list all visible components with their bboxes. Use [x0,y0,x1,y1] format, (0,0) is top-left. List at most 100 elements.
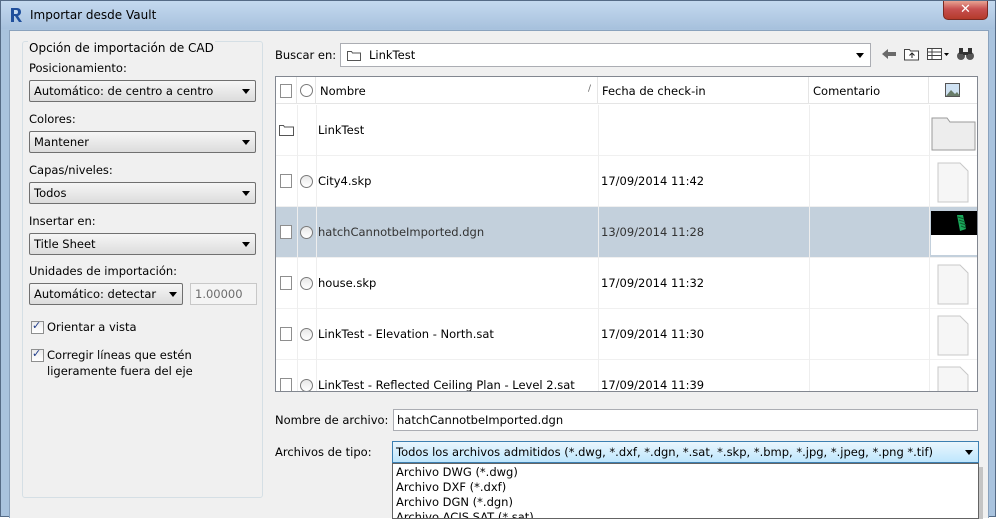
units-value: Automático: detectar [34,287,157,301]
close-button[interactable]: ✕ [943,1,988,20]
folder-icon [279,125,294,136]
status-radio-icon [300,328,313,341]
sort-icon: / [587,84,591,94]
document-thumbnail-icon [937,264,969,305]
up-folder-icon[interactable] [903,46,921,62]
file-type-option[interactable]: Archivo DGN (*.dgn) [393,494,978,509]
image-icon [945,83,960,97]
chevron-down-icon [242,191,250,196]
file-icon [280,378,292,391]
list-row[interactable]: LinkTest - Elevation - North.sat 17/09/2… [276,309,977,360]
insert-in-select[interactable]: Title Sheet [29,233,256,255]
units-select[interactable]: Automático: detectar [29,283,183,305]
dialog-body: Opción de importación de CAD Posicionami… [9,30,989,519]
file-date: 17/09/2014 11:42 [601,174,705,188]
units-label: Unidades de importación: [29,264,178,278]
status-radio-icon [300,226,313,239]
title-bar: Importar desde Vault ✕ [1,1,995,29]
list-row[interactable]: house.skp 17/09/2014 11:32 [276,258,977,309]
dropdown-shadow [979,467,983,519]
chevron-down-icon [965,450,973,455]
look-in-select[interactable]: LinkTest [340,43,871,67]
insert-in-value: Title Sheet [34,237,96,251]
file-name: LinkTest - Elevation - North.sat [318,327,494,341]
file-date: 17/09/2014 11:30 [601,327,705,341]
positioning-label: Posicionamiento: [29,61,127,75]
column-divider [809,105,810,391]
file-type-option[interactable]: Archivo DWG (*.dwg) [393,464,978,479]
look-in-label: Buscar en: [275,48,337,62]
chevron-down-icon [242,140,250,145]
colors-value: Mantener [34,135,89,149]
comment-column-header[interactable]: Comentario [809,77,929,104]
radio-icon [300,84,313,97]
document-thumbnail-icon [937,366,969,391]
list-row-folder[interactable]: LinkTest [276,105,977,156]
check-icon: ✓ [32,347,42,360]
correct-lines-checkbox[interactable]: ✓ [31,347,44,362]
column-divider [297,105,298,391]
folder-thumbnail-icon [931,117,976,151]
import-dialog: Importar desde Vault ✕ Opción de importa… [0,0,996,519]
status-radio-icon [300,277,313,290]
list-row[interactable]: City4.skp 17/09/2014 11:42 [276,156,977,207]
chevron-down-icon [169,292,177,297]
file-icon [280,84,292,98]
column-divider [316,105,317,391]
file-type-option[interactable]: Archivo ACIS SAT (*.sat) [393,509,978,518]
document-thumbnail-icon [937,162,969,203]
orient-checkbox[interactable]: ✓ [31,319,44,334]
correct-lines-label-2: ligeramente fuera del eje [47,364,193,378]
back-icon[interactable] [880,46,898,62]
date-header-label: Fecha de check-in [602,84,706,98]
file-type-value: Todos los archivos admitidos (*.dwg, *.d… [396,445,934,459]
chevron-down-icon [242,242,250,247]
file-type-dropdown-list: Archivo DWG (*.dwg) Archivo DXF (*.dxf) … [392,463,979,519]
document-thumbnail-icon [937,315,969,356]
layers-value: Todos [34,186,67,200]
layers-label: Capas/niveles: [29,163,113,177]
file-list[interactable]: Nombre / Fecha de check-in Comentario Lin… [275,76,978,392]
chevron-down-icon [242,89,250,94]
file-name: house.skp [318,276,377,290]
column-divider [598,105,599,391]
file-type-select[interactable]: Todos los archivos admitidos (*.dwg, *.d… [392,441,979,463]
file-type-option[interactable]: Archivo DXF (*.dxf) [393,479,978,494]
date-column-header[interactable]: Fecha de check-in [598,77,809,104]
file-name-input[interactable]: hatchCannotbeImported.dgn [393,409,978,431]
file-name: LinkTest [318,123,365,137]
file-icon [280,276,292,290]
cad-options-title: Opción de importación de CAD [28,41,215,55]
list-row-selected[interactable]: hatchCannotbeImported.dgn 13/09/2014 11:… [276,207,977,258]
dgn-preview-thumbnail [931,211,977,255]
positioning-value: Automático: de centro a centro [34,84,214,98]
positioning-select[interactable]: Automático: de centro a centro [29,80,256,102]
file-name-label: Nombre de archivo: [275,413,389,427]
preview-column-header[interactable] [929,77,977,104]
file-date: 13/09/2014 11:28 [601,225,705,239]
status-radio-icon [300,379,313,391]
file-name: LinkTest - Reflected Ceiling Plan - Leve… [318,378,575,392]
list-row[interactable]: LinkTest - Reflected Ceiling Plan - Leve… [276,360,977,392]
type-column-header[interactable] [276,77,297,104]
chevron-down-icon [856,53,864,58]
file-icon [280,174,292,188]
name-column-header[interactable]: Nombre / [316,77,598,104]
views-menu-icon[interactable] [926,46,950,62]
layers-select[interactable]: Todos [29,182,256,204]
look-in-value: LinkTest [369,48,416,62]
file-name: hatchCannotbeImported.dgn [318,225,485,239]
window-title: Importar desde Vault [30,8,157,22]
status-column-header[interactable] [297,77,316,104]
folder-icon [347,51,361,61]
find-icon[interactable] [956,46,976,62]
correct-lines-label-1: Corregir líneas que estén [47,348,192,362]
file-icon [280,327,292,341]
list-header: Nombre / Fecha de check-in Comentario [276,77,977,104]
colors-select[interactable]: Mantener [29,131,256,153]
column-divider [929,105,930,391]
file-date: 17/09/2014 11:39 [601,378,705,392]
insert-in-label: Insertar en: [29,214,96,228]
status-radio-icon [300,175,313,188]
file-icon [280,225,292,239]
